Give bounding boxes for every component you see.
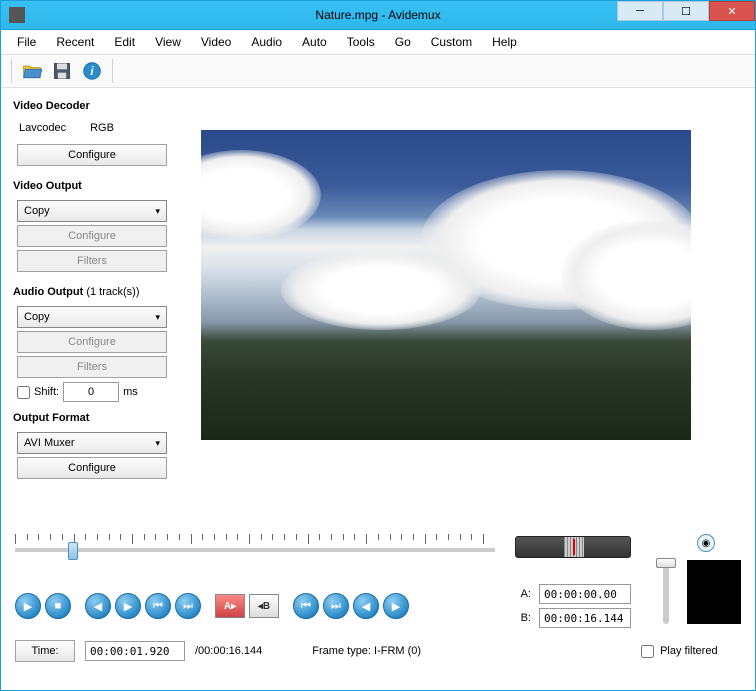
menu-go[interactable]: Go xyxy=(387,33,419,51)
current-time-input[interactable]: 00:00:01.920 xyxy=(85,641,185,661)
mark-b-label: B: xyxy=(521,612,531,624)
time-button[interactable]: Time: xyxy=(15,640,75,662)
frame-type-label: Frame type: I-FRM (0) xyxy=(312,645,421,657)
window-title: Nature.mpg - Avidemux xyxy=(315,8,440,22)
output-format-configure-button[interactable]: Configure xyxy=(17,457,167,479)
set-mark-b-button[interactable]: ◂B xyxy=(249,594,279,618)
decoder-configure-button[interactable]: Configure xyxy=(17,144,167,166)
prev-keyframe-button[interactable]: ⏮ xyxy=(145,593,171,619)
play-button[interactable]: ▶ xyxy=(15,593,41,619)
menubar: File Recent Edit View Video Audio Auto T… xyxy=(1,30,755,54)
timeline[interactable] xyxy=(15,534,495,570)
scope-display xyxy=(687,560,741,624)
shift-input[interactable] xyxy=(63,382,119,402)
output-format-title: Output Format xyxy=(13,412,191,424)
sidebar: Video Decoder Lavcodec RGB Configure Vid… xyxy=(11,94,191,530)
speaker-icon[interactable]: ◉ xyxy=(697,534,715,552)
mark-a-time: 00:00:00.00 xyxy=(539,584,631,604)
audio-output-filters-button[interactable]: Filters xyxy=(17,356,167,378)
prev-frame-button[interactable]: ◀ xyxy=(85,593,111,619)
video-output-select[interactable]: Copy xyxy=(17,200,167,222)
open-icon[interactable] xyxy=(20,59,44,83)
mark-a-label: A: xyxy=(521,588,531,600)
total-time-label: /00:00:16.144 xyxy=(195,645,262,657)
menu-help[interactable]: Help xyxy=(484,33,525,51)
next-keyframe-button[interactable]: ⏭ xyxy=(175,593,201,619)
video-decoder-title: Video Decoder xyxy=(13,100,191,112)
toolbar: i xyxy=(1,54,755,88)
shift-unit: ms xyxy=(123,386,138,398)
menu-tools[interactable]: Tools xyxy=(339,33,383,51)
volume-slider[interactable] xyxy=(663,560,669,624)
menu-file[interactable]: File xyxy=(9,33,44,51)
bottom-panel: ◉ ▶ ■ ◀ ▶ ⏮ ⏭ A▸ ◂B ⏮ ⏭ ◀ ▶ A: 00:00:0 xyxy=(1,530,755,690)
menu-auto[interactable]: Auto xyxy=(294,33,335,51)
window-titlebar: Nature.mpg - Avidemux ─ ☐ ✕ xyxy=(0,0,756,30)
next-black-button[interactable]: ▶ xyxy=(383,593,409,619)
audio-output-select[interactable]: Copy xyxy=(17,306,167,328)
menu-video[interactable]: Video xyxy=(193,33,239,51)
video-output-configure-button[interactable]: Configure xyxy=(17,225,167,247)
volume-panel: ◉ xyxy=(651,534,741,634)
video-preview xyxy=(201,130,745,530)
play-filtered-checkbox[interactable] xyxy=(641,645,654,658)
shift-checkbox[interactable] xyxy=(17,386,30,399)
maximize-button[interactable]: ☐ xyxy=(663,1,709,21)
save-icon[interactable] xyxy=(50,59,74,83)
decoder-codec-label: Lavcodec xyxy=(19,122,66,134)
menu-edit[interactable]: Edit xyxy=(106,33,143,51)
audio-output-title: Audio Output (1 track(s)) xyxy=(13,286,191,298)
next-frame-button[interactable]: ▶ xyxy=(115,593,141,619)
prev-black-button[interactable]: ◀ xyxy=(353,593,379,619)
play-filtered-label: Play filtered xyxy=(660,645,717,657)
jog-wheel[interactable] xyxy=(515,536,631,558)
info-icon[interactable]: i xyxy=(80,59,104,83)
output-format-select[interactable]: AVI Muxer xyxy=(17,432,167,454)
decoder-color-label: RGB xyxy=(90,122,114,134)
goto-mark-a-button[interactable]: ⏮ xyxy=(293,593,319,619)
stop-button[interactable]: ■ xyxy=(45,593,71,619)
menu-custom[interactable]: Custom xyxy=(423,33,480,51)
volume-thumb[interactable] xyxy=(656,558,676,568)
minimize-button[interactable]: ─ xyxy=(617,1,663,21)
set-mark-a-button[interactable]: A▸ xyxy=(215,594,245,618)
video-output-filters-button[interactable]: Filters xyxy=(17,250,167,272)
window-controls: ─ ☐ ✕ xyxy=(617,1,755,29)
app-icon xyxy=(9,7,25,23)
timeline-thumb[interactable] xyxy=(68,542,78,560)
audio-shift-row: Shift: ms xyxy=(17,382,191,402)
menu-audio[interactable]: Audio xyxy=(243,33,290,51)
goto-mark-b-button[interactable]: ⏭ xyxy=(323,593,349,619)
video-output-title: Video Output xyxy=(13,180,191,192)
menu-recent[interactable]: Recent xyxy=(48,33,102,51)
menu-view[interactable]: View xyxy=(147,33,189,51)
close-button[interactable]: ✕ xyxy=(709,1,755,21)
mark-b-time: 00:00:16.144 xyxy=(539,608,631,628)
shift-label: Shift: xyxy=(34,386,59,398)
audio-output-configure-button[interactable]: Configure xyxy=(17,331,167,353)
